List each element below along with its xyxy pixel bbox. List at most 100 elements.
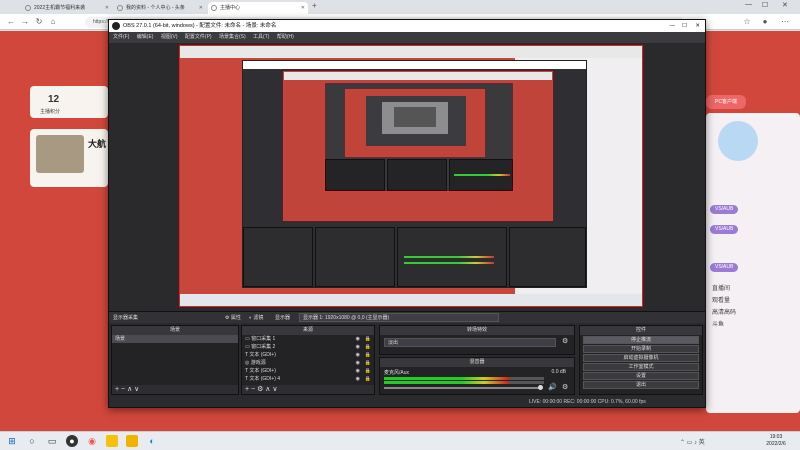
volume-meter	[384, 381, 509, 384]
search-icon[interactable]: ○	[26, 435, 38, 447]
stop-streaming-button[interactable]: 停止推流	[583, 336, 699, 344]
source-item[interactable]: T 文本 (GDI+) ◉ 🔒	[242, 367, 374, 375]
start-recording-button[interactable]: 开始录制	[583, 345, 699, 353]
lock-icon[interactable]: 🔒	[365, 335, 371, 343]
text-icon: T	[245, 368, 248, 374]
gamepad-icon: ◎	[245, 360, 250, 366]
file-explorer-icon[interactable]	[106, 435, 118, 447]
obs-preview[interactable]	[179, 45, 643, 307]
captured-taskbar	[180, 294, 642, 306]
virtual-camera-button[interactable]: 启动虚拟摄像机	[583, 354, 699, 362]
display-capture-label: 显示器采集	[113, 315, 139, 321]
menu-edit[interactable]: 编辑(E)	[137, 34, 154, 40]
menu-help[interactable]: 帮助(H)	[277, 34, 294, 40]
exit-button[interactable]: 退出	[583, 381, 699, 389]
profile-card: 大航	[30, 129, 108, 187]
source-item[interactable]: T 文本 (GDI+) 4 ◉ 🔒	[242, 375, 374, 383]
clock-time: 19:03	[769, 434, 783, 440]
properties-button[interactable]: ⚙ 属性	[225, 312, 241, 324]
menu-view[interactable]: 视图(V)	[161, 34, 178, 40]
maximize-icon[interactable]: ☐	[762, 1, 768, 9]
close-icon[interactable]: ✕	[301, 2, 305, 14]
close-icon[interactable]: ✕	[199, 2, 203, 14]
close-window-icon[interactable]: ✕	[782, 1, 788, 9]
close-icon[interactable]: ✕	[105, 2, 109, 14]
transitions-header: 转场特效	[380, 326, 574, 335]
scenes-toolbar[interactable]: + − ∧ ∨	[112, 385, 238, 394]
obs-title-text: OBS 27.0.1 (64-bit, windows) - 配置文件: 未命名…	[123, 23, 277, 29]
edge-icon[interactable]: ◐	[146, 435, 158, 447]
window-icon: ▭	[245, 344, 250, 350]
task-view-icon[interactable]: ▭	[46, 435, 58, 447]
source-item[interactable]: ▭ 窗口采集 2 ◉ 🔒	[242, 343, 374, 351]
tab-label: 我的资料 - 个人中心 - 头条	[126, 5, 185, 11]
transition-select[interactable]: 淡出	[384, 338, 556, 347]
avatar[interactable]: ●	[760, 17, 770, 27]
browser-tab-bar: 2022主机霸节福利来袭 ✕ 我的资料 - 个人中心 - 头条 ✕ 主播中心 ✕…	[0, 0, 800, 14]
lock-icon[interactable]: 🔒	[365, 343, 371, 351]
browser-tab-2[interactable]: 我的资料 - 个人中心 - 头条 ✕	[114, 2, 206, 14]
eye-icon[interactable]: ◉	[356, 343, 360, 351]
clock[interactable]: 19:03 2022/2/6	[756, 434, 796, 448]
minimize-icon[interactable]: —	[745, 1, 752, 8]
folder-icon[interactable]	[126, 435, 138, 447]
forward-icon[interactable]: →	[20, 17, 30, 27]
favorites-icon[interactable]: ☆	[742, 17, 752, 27]
menu-tools[interactable]: 工具(T)	[253, 34, 269, 40]
volume-slider[interactable]	[384, 387, 542, 389]
tab-favicon-icon	[25, 5, 31, 11]
source-label: 窗口采集 2	[251, 344, 276, 350]
obs-app-icon[interactable]: ●	[66, 435, 78, 447]
new-tab-icon[interactable]: +	[312, 1, 317, 10]
menu-file[interactable]: 文件(F)	[113, 34, 129, 40]
tag-pill[interactable]: VS/AUB	[710, 225, 739, 234]
mixer-db-value: 0.0 dB	[551, 369, 566, 375]
properties-label: 属性	[230, 315, 241, 321]
back-icon[interactable]: ←	[6, 17, 16, 27]
gear-icon[interactable]: ⚙	[562, 337, 568, 345]
display-select[interactable]: 显示器 1: 1920x1080 @ 0,0 (主显示器)	[299, 313, 499, 322]
eye-icon[interactable]: ◉	[356, 335, 360, 343]
more-icon[interactable]: ⋯	[780, 17, 790, 27]
sources-toolbar[interactable]: + − ⚙ ∧ ∨	[242, 385, 374, 394]
menu-scene-collection[interactable]: 场景集合(S)	[219, 34, 246, 40]
gear-icon[interactable]: ⚙	[562, 383, 568, 391]
lock-icon[interactable]: 🔒	[365, 367, 371, 375]
obs-menubar: 文件(F) 编辑(E) 视图(V) 配置文件(P) 场景集合(S) 工具(T) …	[109, 32, 705, 43]
scene-item[interactable]: 场景	[112, 335, 238, 343]
tray-icons[interactable]: ⌃ ▭ ♪ 英	[680, 437, 705, 446]
controls-header: 控件	[580, 326, 702, 335]
client-badge[interactable]: PC客户端	[706, 95, 746, 109]
source-item[interactable]: ◎ 游戏源 ◉ 🔒	[242, 359, 374, 367]
home-icon[interactable]: ⌂	[48, 17, 58, 27]
eye-icon[interactable]: ◉	[356, 367, 360, 375]
tag-pill[interactable]: VS/AUB	[710, 205, 739, 214]
lock-icon[interactable]: 🔒	[365, 359, 371, 367]
source-label: 文本 (GDI+)	[249, 352, 276, 358]
eye-icon[interactable]: ◉	[356, 359, 360, 367]
filters-button[interactable]: ◐ 滤镜	[249, 312, 263, 324]
tag-pill[interactable]: VS/AUB	[710, 263, 739, 272]
browser-tab-3[interactable]: 主播中心 ✕	[208, 2, 308, 14]
browser-tab-1[interactable]: 2022主机霸节福利来袭 ✕	[22, 2, 112, 14]
source-item[interactable]: T 文本 (GDI+) ◉ 🔒	[242, 351, 374, 359]
source-item[interactable]: ▭ 窗口采集 1 ◉ 🔒	[242, 335, 374, 343]
refresh-icon[interactable]: ↻	[34, 17, 44, 27]
source-label: 游戏源	[250, 360, 266, 366]
minimize-icon[interactable]: —	[670, 20, 676, 32]
scenes-header: 场景	[112, 326, 238, 335]
lock-icon[interactable]: 🔒	[365, 375, 371, 383]
studio-mode-button[interactable]: 工作室模式	[583, 363, 699, 371]
volume-slider-handle[interactable]	[538, 385, 543, 390]
eye-icon[interactable]: ◉	[356, 375, 360, 383]
windows-start-icon[interactable]: ⊞	[6, 435, 18, 447]
lock-icon[interactable]: 🔒	[365, 351, 371, 359]
eye-icon[interactable]: ◉	[356, 351, 360, 359]
maximize-icon[interactable]: ☐	[682, 20, 687, 32]
settings-button[interactable]: 设置	[583, 372, 699, 380]
close-icon[interactable]: ✕	[695, 20, 700, 32]
side-panel: VS/AUB VS/AUB VS/AUB 直播间 观看量 高清高码 斗鱼	[706, 113, 800, 413]
speaker-icon[interactable]: 🔊	[548, 383, 557, 391]
menu-profile[interactable]: 配置文件(P)	[185, 34, 212, 40]
firefox-icon[interactable]: ◉	[86, 435, 98, 447]
